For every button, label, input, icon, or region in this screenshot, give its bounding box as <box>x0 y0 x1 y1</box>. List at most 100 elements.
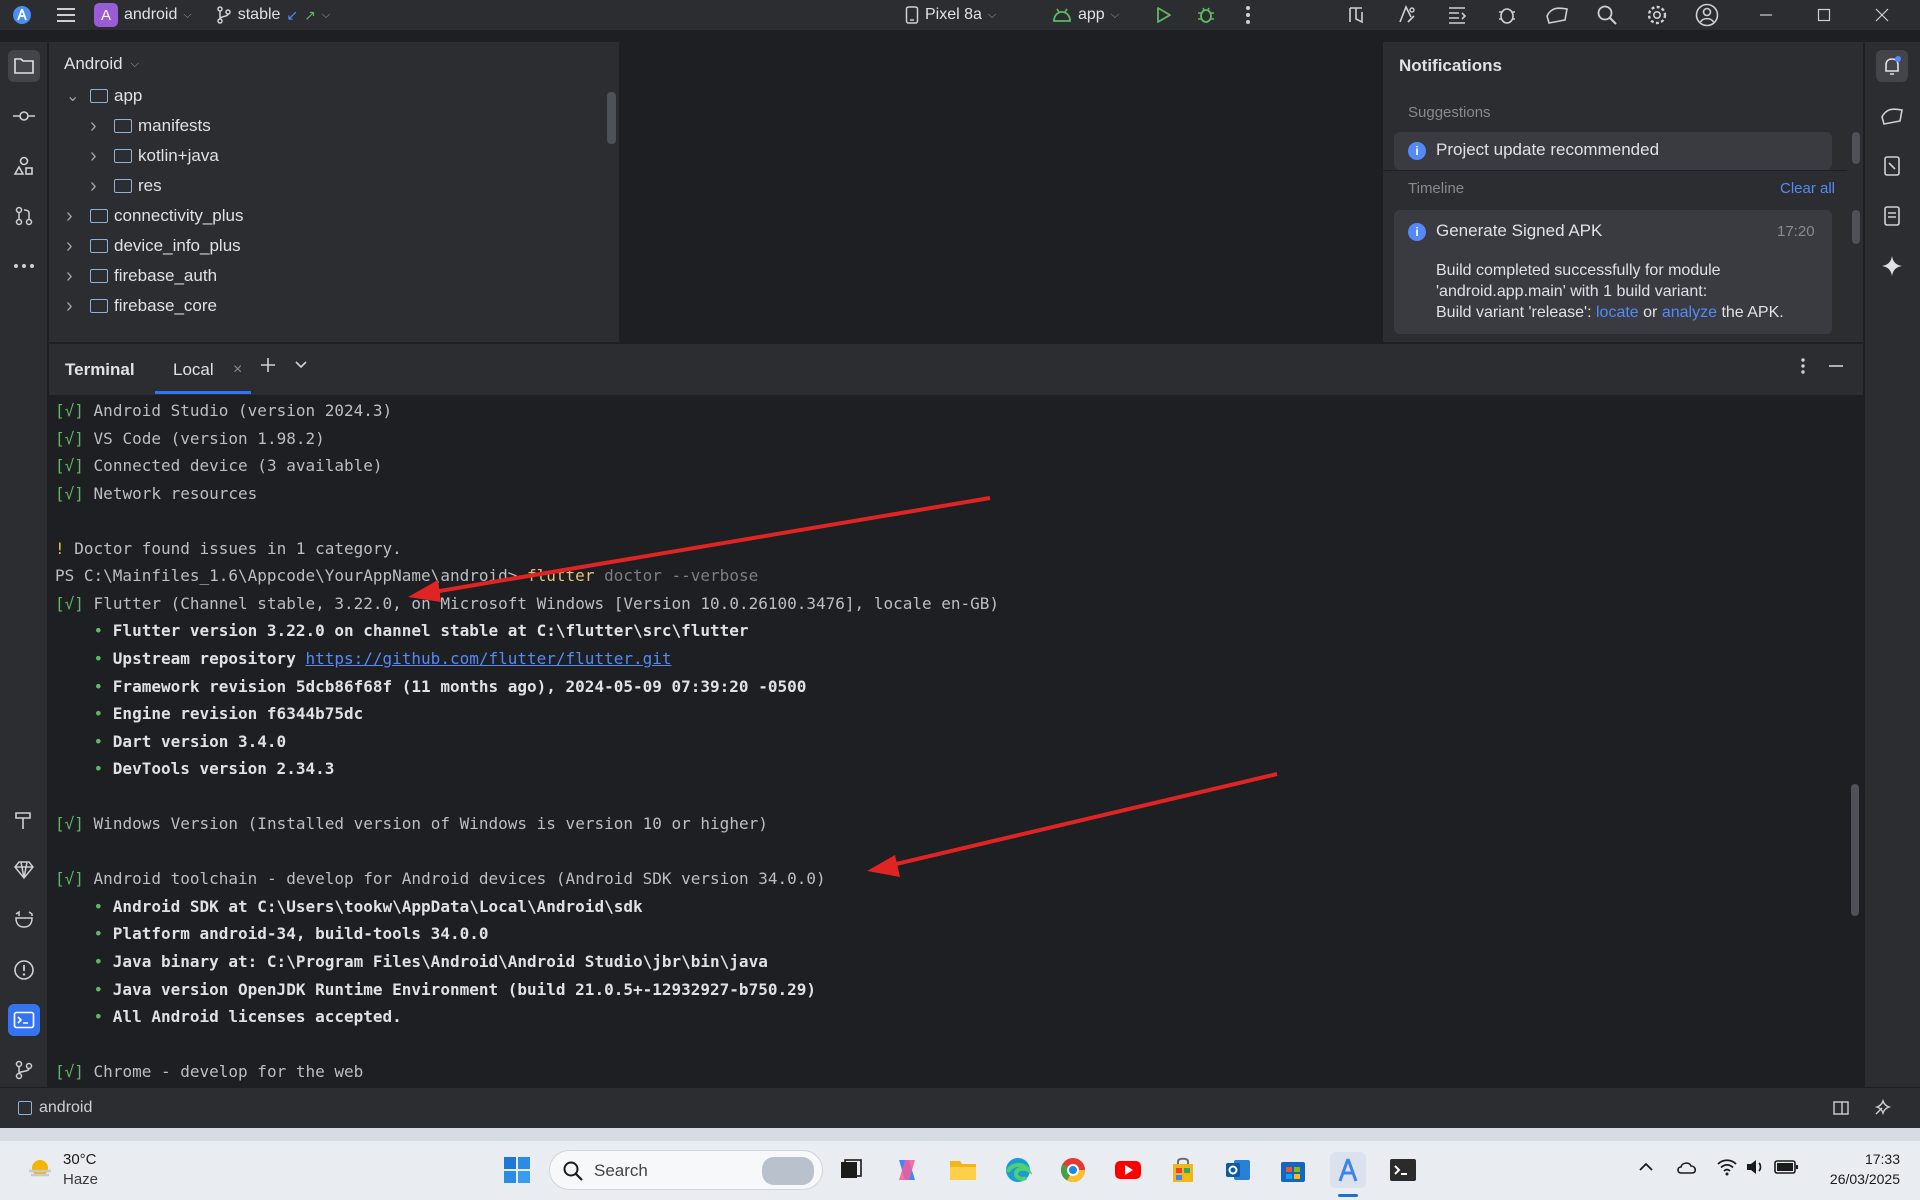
tree-item-label: manifests <box>138 116 211 135</box>
read-only-toggle-icon[interactable] <box>1832 1099 1850 1117</box>
clock-time[interactable]: 17:33 <box>1820 1151 1900 1167</box>
more-tool-windows-icon[interactable] <box>8 250 40 282</box>
minimize-window-icon[interactable] <box>1752 1 1780 29</box>
status-project[interactable]: android <box>18 1099 92 1117</box>
chevron-right-icon[interactable]: › <box>66 295 80 318</box>
problems-icon[interactable] <box>8 954 40 986</box>
close-tab-icon[interactable]: × <box>233 361 242 379</box>
gem-icon[interactable] <box>8 854 40 886</box>
tree-item[interactable]: › firebase_auth <box>66 261 217 291</box>
onedrive-cloud-icon[interactable] <box>1675 1159 1699 1175</box>
chevron-down-icon[interactable] <box>294 358 308 372</box>
tree-item[interactable]: › connectivity_plus <box>66 201 243 231</box>
file-explorer-icon[interactable] <box>945 1152 981 1188</box>
ai-assistant-icon[interactable] <box>1873 1099 1891 1117</box>
chevron-down-icon[interactable]: ⌄ <box>66 86 80 106</box>
hide-panel-icon[interactable] <box>1827 357 1845 375</box>
start-windows-icon[interactable] <box>499 1152 535 1188</box>
more-actions-icon[interactable] <box>1234 1 1262 29</box>
gradle-sync-icon[interactable] <box>1344 1 1372 29</box>
debug-icon[interactable] <box>1192 1 1220 29</box>
tree-item[interactable]: › device_info_plus <box>66 231 241 261</box>
app-inspection-icon[interactable] <box>1493 1 1521 29</box>
chrome-browser-icon[interactable] <box>1055 1152 1091 1188</box>
device-selector[interactable]: Pixel 8a ⌵ <box>905 2 996 28</box>
chevron-right-icon[interactable]: › <box>90 175 104 198</box>
event-card[interactable]: i Generate Signed APK 17:20 Build comple… <box>1394 210 1832 334</box>
account-icon[interactable] <box>1693 1 1721 29</box>
status-bar: android <box>0 1087 1920 1128</box>
device-manager-icon[interactable] <box>1393 1 1421 29</box>
volume-icon[interactable] <box>1745 1158 1767 1176</box>
tree-item-label: kotlin+java <box>138 146 219 165</box>
terminal-output[interactable]: [√] Android Studio (version 2024.3) [√] V… <box>49 395 1863 1087</box>
project-selector[interactable]: A android ⌵ <box>94 3 192 27</box>
structure-icon[interactable] <box>1443 1 1471 29</box>
project-folder-icon[interactable] <box>8 50 40 82</box>
version-control-icon[interactable] <box>8 1054 40 1086</box>
microsoft-store-icon[interactable] <box>1275 1152 1311 1188</box>
commit-icon[interactable] <box>8 100 40 132</box>
maximize-window-icon[interactable] <box>1810 1 1838 29</box>
chevron-right-icon[interactable]: › <box>66 205 80 228</box>
run-config-selector[interactable]: app ⌵ <box>1052 2 1119 28</box>
emulator-icon[interactable] <box>1876 200 1908 232</box>
branch-selector[interactable]: stable ↙ ↗ ⌵ <box>216 6 330 24</box>
logcat-icon[interactable] <box>8 904 40 936</box>
chevron-right-icon[interactable]: › <box>66 265 80 288</box>
copilot-icon[interactable] <box>889 1152 925 1188</box>
weather-sun-icon[interactable] <box>25 1153 55 1183</box>
new-tab-plus-icon[interactable] <box>259 356 277 374</box>
tree-item[interactable]: › res <box>90 171 162 201</box>
resource-manager-icon[interactable] <box>8 150 40 182</box>
tree-scrollbar[interactable] <box>607 92 616 144</box>
terminal-icon[interactable] <box>8 1004 40 1036</box>
outlook-icon[interactable] <box>1220 1152 1256 1188</box>
running-devices-icon[interactable] <box>1876 100 1908 132</box>
suggestion-card[interactable]: i Project update recommended <box>1394 132 1832 170</box>
edge-browser-icon[interactable] <box>1000 1152 1036 1188</box>
store-bag-icon[interactable] <box>1165 1152 1201 1188</box>
settings-gear-icon[interactable] <box>1643 1 1671 29</box>
tab-local[interactable]: Local × <box>155 344 251 396</box>
options-kebab-icon[interactable] <box>1800 357 1806 375</box>
search-highlight-image <box>762 1157 814 1185</box>
tree-item[interactable]: › kotlin+java <box>90 141 219 171</box>
clock-date[interactable]: 26/03/2025 <box>1810 1171 1900 1187</box>
running-devices-icon[interactable] <box>1543 1 1571 29</box>
project-view-selector[interactable]: Android ⌵ <box>64 54 139 74</box>
build-hammer-icon[interactable] <box>8 804 40 836</box>
pull-requests-icon[interactable] <box>8 200 40 232</box>
locate-link[interactable]: locate <box>1596 304 1639 321</box>
taskbar-search-box[interactable]: Search <box>549 1150 823 1190</box>
youtube-icon[interactable] <box>1110 1152 1146 1188</box>
device-explorer-icon[interactable] <box>1876 150 1908 182</box>
close-window-icon[interactable] <box>1868 1 1896 29</box>
git-branch-icon <box>216 6 232 24</box>
tree-item[interactable]: ⌄ app <box>66 81 142 111</box>
gemini-sparkle-icon[interactable] <box>1876 250 1908 282</box>
wifi-icon[interactable] <box>1716 1158 1738 1176</box>
timeline-scrollbar[interactable] <box>1852 210 1860 244</box>
android-studio-taskbar-icon[interactable] <box>1330 1152 1366 1188</box>
android-studio-logo-icon[interactable] <box>8 1 36 29</box>
event-line-2: 'android.app.main' with 1 build variant: <box>1436 283 1708 300</box>
terminal-taskbar-icon[interactable] <box>1385 1152 1421 1188</box>
suggestions-scrollbar[interactable] <box>1852 132 1860 164</box>
chevron-right-icon[interactable]: › <box>90 145 104 168</box>
chevron-up-icon[interactable] <box>1638 1161 1654 1173</box>
chevron-right-icon[interactable]: › <box>90 115 104 138</box>
chevron-down-icon: ⌵ <box>183 8 192 21</box>
battery-icon[interactable] <box>1774 1158 1800 1176</box>
tree-item[interactable]: › firebase_core <box>66 291 217 321</box>
main-menu-icon[interactable] <box>52 1 80 29</box>
tree-item[interactable]: › manifests <box>90 111 211 141</box>
chevron-right-icon[interactable]: › <box>66 235 80 258</box>
task-view-icon[interactable] <box>833 1152 869 1188</box>
run-icon[interactable] <box>1149 1 1177 29</box>
search-icon[interactable] <box>1593 1 1621 29</box>
project-name: android <box>124 6 178 23</box>
notifications-bell-icon[interactable] <box>1876 50 1908 82</box>
clear-all-link[interactable]: Clear all <box>1780 180 1835 197</box>
analyze-link[interactable]: analyze <box>1662 304 1717 321</box>
